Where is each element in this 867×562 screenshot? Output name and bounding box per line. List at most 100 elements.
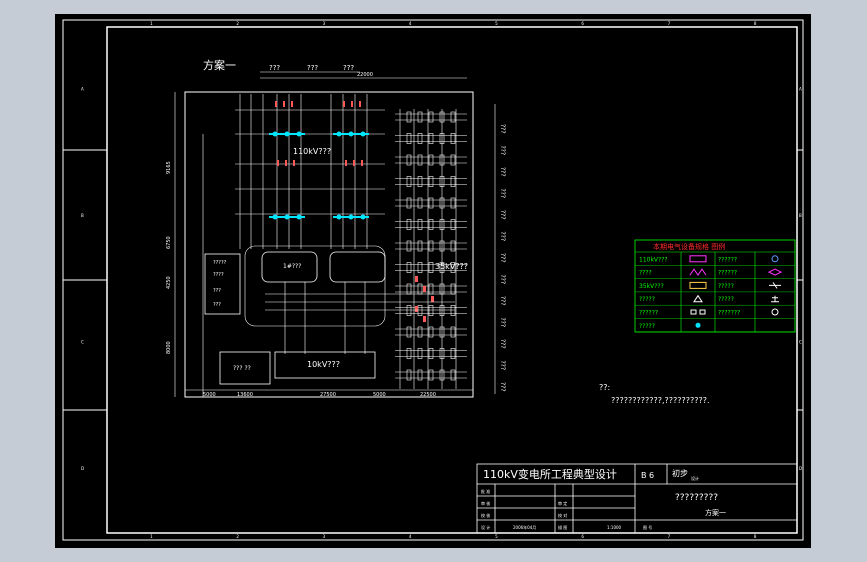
legend-left-text: ?????? [639,310,658,317]
transformer-pair-icon [690,309,697,315]
bay-label: ??? [499,232,506,242]
top-tick-label: 6 [581,21,584,26]
bay-switch [450,348,456,359]
legend-right-text: ??????? [718,310,740,317]
bay-switch [428,133,434,144]
equipment-legend: 本期电气设备规格 图例 110kV????????????? ?????? 35kV… [634,239,796,333]
breaker-35kv [423,286,426,292]
left-tick-label: C [81,339,84,344]
bottom-dimension-5: 22500 [420,392,436,398]
legend-right-text: ????? [718,283,734,290]
bay-switch [450,133,456,144]
bay-switch [428,111,434,123]
arrester-symbol-icon [693,294,703,303]
bay-switch [417,133,423,144]
substation-layout-drawing: 1 1 2 2 3 3 4 4 5 5 6 6 7 7 8 8 A A B B C C D D 方案一 ??? ??? ??… [62,19,804,541]
zone-10kv-label: 10kV??? [307,360,340,369]
bay-switch [450,176,456,187]
bay-switch [406,369,412,381]
top-label-2: ??? [307,64,318,72]
bottom-tick-label: 1 [150,534,153,539]
bay-switch [428,197,434,209]
bottom-tick-label: 4 [409,534,412,539]
control-room-label: ??? ?? [233,365,251,372]
ground-switch-icon [769,282,781,289]
zone-110kv-label: 110kV??? [293,147,331,156]
building-label-1: ????? [213,260,227,266]
bay-switch [428,176,434,187]
bay-switch [450,283,456,295]
stage-code: B 6 [641,471,654,480]
bottom-dimension-1: 5000 [203,392,216,398]
right-tick-label: D [799,466,802,471]
busbars-middle [265,282,455,354]
bay-labels: ??????????????????????????????????????? [494,104,506,394]
equipment-110kv-nodes [272,131,366,220]
plan-name: 方案一 [705,508,726,517]
bottom-tick-label: 2 [236,534,239,539]
legend-left-text: 35kV??? [639,283,664,290]
bay-label: ??? [499,296,506,306]
bay-switch [428,262,434,273]
bay-switch [417,326,423,338]
bay-switch [406,176,412,187]
legend-right-text: ?????? [718,270,737,277]
insulator-symbol-icon [695,322,701,328]
bay-switch [406,348,412,359]
right-label-1: 审 定 [558,500,567,506]
bay-switch [417,197,423,209]
bay-switch [428,154,434,166]
top-label-3: ??? [343,64,354,72]
bay-switch [417,305,423,316]
bottom-tick-label: 7 [668,534,671,539]
breaker-35kv [415,276,418,282]
bay-label: ??? [499,361,506,371]
bay-label: ??? [499,146,506,156]
stage-sub: 设计 [691,475,699,481]
inner-frame [106,26,798,534]
bay-label: ??? [499,318,506,328]
bay-switch [428,348,434,359]
bay-label: ??? [499,382,506,392]
switchgear-symbol-icon [689,281,707,289]
bottom-tick-label: 8 [754,534,757,539]
bay-switch [417,240,423,252]
plan-title: 方案一 [203,58,236,72]
right-label-2: 校 对 [558,512,567,518]
row-label-4: 设 计 [481,524,490,530]
left-dimension-2: 6750 [166,236,172,249]
top-tick-label: 3 [323,21,326,26]
right-tick-label: A [799,86,802,91]
top-dimension-text: 22000 [357,72,373,78]
bay-switch [428,219,434,230]
breaker-35kv [423,316,426,322]
bay-label: ??? [499,124,506,134]
bay-switch [450,111,456,123]
bay-label: ??? [499,167,506,177]
bay-switch [406,240,412,252]
bay-switch [406,283,412,295]
bay-switch [428,283,434,295]
ct-symbol-icon [771,255,779,263]
cad-drawing-sheet: 1 1 2 2 3 3 4 4 5 5 6 6 7 7 8 8 A A B B C C D D 方案一 ??? ??? ??… [55,14,811,548]
top-tick-label: 5 [495,21,498,26]
bay-label: ??? [499,210,506,220]
drawing-date: 2006年04月 [513,524,536,530]
legend-left-text: ????? [639,323,655,330]
bay-label: ??? [499,189,506,199]
bay-switch [417,176,423,187]
left-dimension-4: 8000 [166,341,172,354]
bay-switch [406,154,412,166]
left-tick-label: A [81,86,84,91]
reactor-symbol-icon [771,308,779,316]
left-tick-label: B [81,213,84,218]
legend-title: 本期电气设备规格 图例 [653,242,725,251]
main-transformer-label: 1#??? [283,263,301,270]
bottom-dimension-3: 27500 [320,392,336,398]
bay-switch [406,111,412,123]
legend-left-text: ????? [639,296,655,303]
building-label-2: ???? [213,272,224,278]
bay-switch [406,219,412,230]
bay-switch [417,219,423,230]
outer-frame [62,19,804,541]
